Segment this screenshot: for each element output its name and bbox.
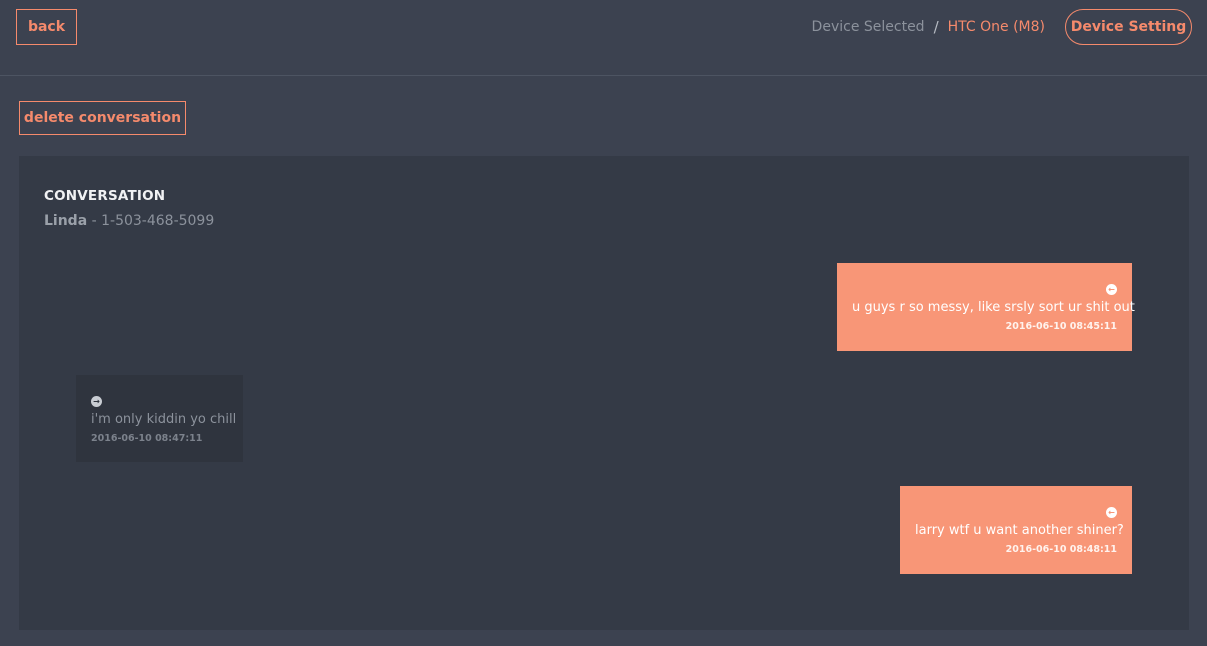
contact-name: Linda — [44, 213, 88, 229]
message-timestamp: 2016-06-10 08:45:11 — [1005, 321, 1117, 332]
arrow-left-circle-icon: ← — [1106, 507, 1117, 518]
device-setting-button[interactable]: Device Setting — [1065, 9, 1192, 45]
arrow-left-circle-icon: ← — [1106, 284, 1117, 295]
message-timestamp: 2016-06-10 08:48:11 — [1005, 544, 1117, 555]
message-text: i'm only kiddin yo chill — [91, 412, 237, 427]
contact-number: 1-503-468-5099 — [101, 213, 215, 229]
device-selected-label: Device Selected — [811, 19, 925, 35]
message-bubble-outgoing: ← larry wtf u want another shiner? 2016-… — [900, 486, 1132, 574]
contact-info: Linda - 1-503-468-5099 — [44, 213, 214, 229]
message-bubble-outgoing: ← u guys r so messy, like srsly sort ur … — [837, 263, 1135, 351]
message-timestamp: 2016-06-10 08:47:11 — [91, 433, 203, 444]
contact-separator: - — [87, 213, 102, 229]
conversation-panel: CONVERSATION Linda - 1-503-468-5099 ← u … — [19, 156, 1189, 630]
delete-conversation-button[interactable]: delete conversation — [19, 101, 186, 135]
message-bubble-incoming: → i'm only kiddin yo chill 2016-06-10 08… — [76, 375, 243, 462]
conversation-title: CONVERSATION — [44, 188, 166, 204]
selected-device-name[interactable]: HTC One (M8) — [948, 19, 1045, 35]
back-button[interactable]: back — [16, 9, 77, 45]
top-bar: back Device Selected / HTC One (M8) Devi… — [0, 0, 1207, 76]
message-text: larry wtf u want another shiner? — [915, 523, 1124, 538]
message-text: u guys r so messy, like srsly sort ur sh… — [852, 300, 1135, 315]
arrow-right-circle-icon: → — [91, 396, 102, 407]
breadcrumb: Device Selected / HTC One (M8) — [812, 18, 1045, 36]
breadcrumb-separator: / — [933, 18, 939, 36]
